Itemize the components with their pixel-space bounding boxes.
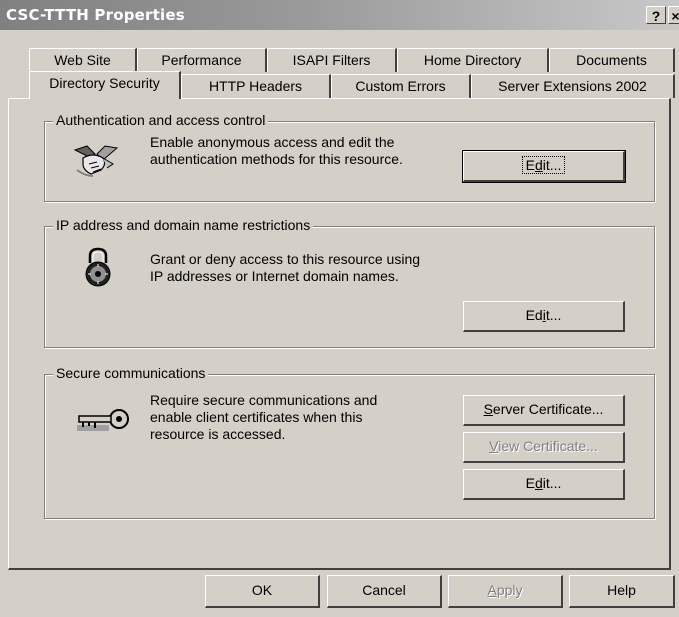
help-footer-button[interactable]: Help bbox=[569, 575, 675, 608]
ip-edit-button[interactable]: Edit... bbox=[463, 301, 625, 332]
group-label-authentication: Authentication and access control bbox=[53, 112, 269, 128]
tab-panel-directory-security: Authentication and access control Enable… bbox=[8, 98, 671, 570]
group-authentication: Authentication and access control Enable… bbox=[44, 112, 655, 202]
group-label-ip-restrictions: IP address and domain name restrictions bbox=[53, 217, 314, 233]
group-secure-communications: Secure communications Require secure com… bbox=[44, 365, 655, 519]
secure-edit-button[interactable]: Edit... bbox=[463, 469, 625, 500]
apply-button[interactable]: Apply bbox=[448, 575, 563, 608]
tab-web-site[interactable]: Web Site bbox=[29, 48, 137, 72]
key-icon bbox=[77, 409, 129, 431]
group-label-secure-communications: Secure communications bbox=[53, 365, 209, 381]
tab-home-directory[interactable]: Home Directory bbox=[397, 48, 549, 72]
secure-description: Require secure communications and enable… bbox=[150, 392, 378, 442]
cancel-button[interactable]: Cancel bbox=[327, 575, 442, 608]
ip-description: Grant or deny access to this resource us… bbox=[150, 251, 421, 284]
tab-documents[interactable]: Documents bbox=[549, 48, 675, 72]
ok-button[interactable]: OK bbox=[205, 575, 320, 608]
handshake-icon bbox=[73, 145, 119, 177]
tab-performance[interactable]: Performance bbox=[137, 48, 267, 72]
auth-description: Enable anonymous access and edit the aut… bbox=[150, 134, 403, 167]
close-button[interactable]: × bbox=[668, 6, 679, 24]
view-certificate-button[interactable]: View Certificate... bbox=[463, 432, 625, 463]
auth-edit-button[interactable]: Edit... bbox=[462, 150, 626, 183]
window-title: CSC-TTTH Properties bbox=[6, 6, 185, 24]
group-ip-restrictions: IP address and domain name restrictions … bbox=[44, 217, 655, 348]
tab-directory-security[interactable]: Directory Security bbox=[29, 71, 181, 99]
help-button[interactable]: ? bbox=[646, 6, 666, 24]
padlock-icon bbox=[85, 247, 111, 287]
tab-custom-errors[interactable]: Custom Errors bbox=[331, 74, 471, 98]
tab-isapi-filters[interactable]: ISAPI Filters bbox=[267, 48, 397, 72]
tab-http-headers[interactable]: HTTP Headers bbox=[181, 74, 331, 98]
properties-dialog: CSC-TTTH Properties ? × Web Site Perform… bbox=[0, 0, 679, 617]
title-bar[interactable]: CSC-TTTH Properties ? × bbox=[0, 0, 679, 30]
tab-server-extensions-2002[interactable]: Server Extensions 2002 bbox=[471, 74, 675, 98]
server-certificate-button[interactable]: Server Certificate... bbox=[463, 395, 625, 426]
